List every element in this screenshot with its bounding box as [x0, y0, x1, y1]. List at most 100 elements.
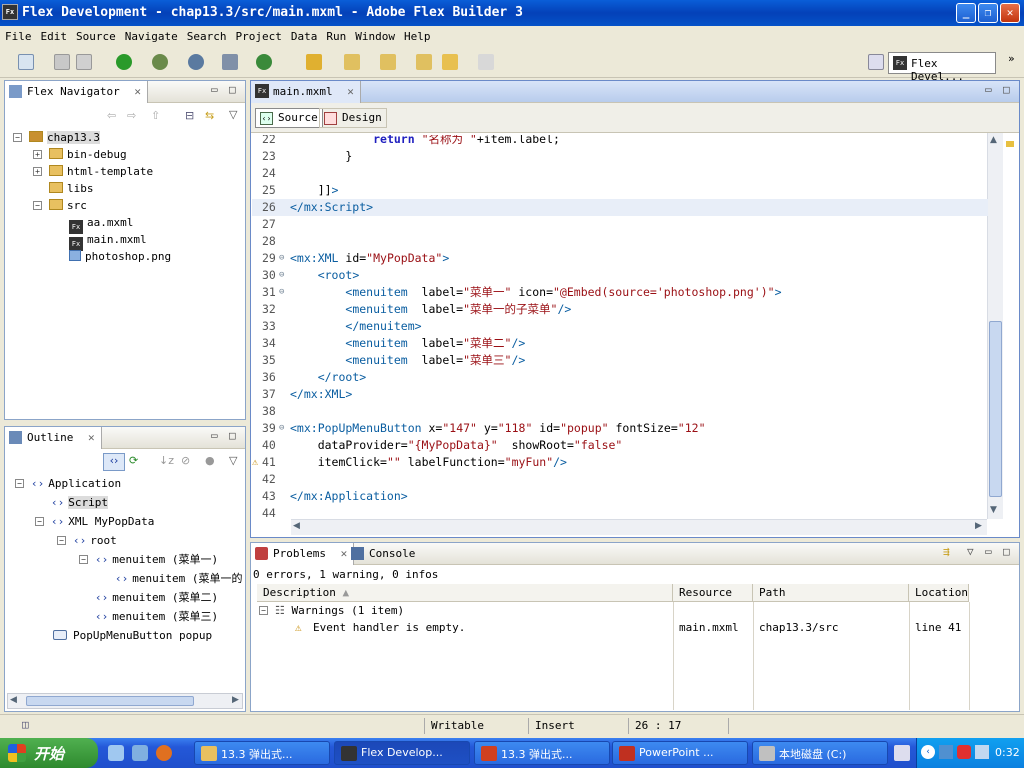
- code-text[interactable]: }: [290, 148, 352, 165]
- code-text[interactable]: <mx:PopUpMenuButton x="147" y="118" id="…: [290, 420, 706, 437]
- scroll-up-icon[interactable]: ▲: [990, 135, 997, 145]
- minimize-icon[interactable]: ▭: [985, 545, 992, 558]
- debug-icon[interactable]: [152, 54, 168, 70]
- tree-item-main-mxml[interactable]: Fx main.mxml: [69, 231, 147, 251]
- warnings-group-row[interactable]: − ☷ Warnings (1 item): [259, 602, 404, 619]
- code-text[interactable]: <root>: [290, 267, 360, 284]
- code-line[interactable]: 23 }: [252, 148, 988, 165]
- outline-item-popupmenubutton[interactable]: PopUpMenuButton popup: [53, 627, 212, 644]
- editor-horizontal-scrollbar[interactable]: ◀ ▶: [291, 519, 987, 535]
- code-text[interactable]: <menuitem label="菜单三"/>: [290, 352, 525, 369]
- code-line[interactable]: 33 </menuitem>: [252, 318, 988, 335]
- sort-icon[interactable]: ↓z: [159, 454, 174, 467]
- export-icon[interactable]: [222, 54, 238, 70]
- code-text[interactable]: <menuitem label="菜单二"/>: [290, 335, 525, 352]
- network-icon[interactable]: [939, 745, 953, 759]
- collapse-icon[interactable]: −: [13, 133, 22, 142]
- collapse-icon[interactable]: −: [57, 536, 66, 545]
- security-icon[interactable]: [957, 745, 971, 759]
- code-line[interactable]: 26 </mx:Script>: [252, 199, 988, 216]
- code-line[interactable]: 37 </mx:XML>: [252, 386, 988, 403]
- code-line[interactable]: 24: [252, 165, 988, 182]
- close-icon[interactable]: ✕: [88, 431, 95, 444]
- back-icon[interactable]: [442, 54, 458, 70]
- scroll-right-icon[interactable]: ▶: [232, 695, 239, 705]
- tab-problems[interactable]: Problems ✕: [251, 543, 355, 565]
- menu-edit[interactable]: Edit: [36, 26, 72, 43]
- maximize-icon[interactable]: □: [1003, 83, 1010, 96]
- code-line[interactable]: 25 ]]>: [252, 182, 988, 199]
- menu-navigate[interactable]: Navigate: [120, 26, 182, 43]
- warning-icon[interactable]: ⚠: [252, 454, 258, 471]
- maximize-icon[interactable]: □: [229, 83, 236, 96]
- outline-horizontal-scrollbar[interactable]: ◀ ▶: [7, 693, 243, 709]
- taskbar-item-powerpoint-doc[interactable]: 13.3 弹出式...: [474, 741, 610, 765]
- code-text[interactable]: </root>: [290, 369, 366, 386]
- code-line[interactable]: 28: [252, 233, 988, 250]
- scroll-left-icon[interactable]: ◀: [10, 695, 17, 705]
- fold-icon[interactable]: ⊖: [279, 284, 284, 301]
- link-editor-icon[interactable]: ⇆: [205, 109, 214, 122]
- outline-item-menuitem-1[interactable]: − ‹› menuitem (菜单一): [79, 551, 218, 568]
- outline-item-root[interactable]: − ‹› root: [57, 532, 117, 549]
- code-line[interactable]: 43 </mx:Application>: [252, 488, 988, 505]
- tag-view-icon[interactable]: ‹›: [103, 453, 125, 471]
- ie-icon[interactable]: [108, 745, 124, 761]
- code-text[interactable]: <mx:XML id="MyPopData">: [290, 250, 449, 267]
- firefox-icon[interactable]: [156, 745, 172, 761]
- up-icon[interactable]: ⇧: [151, 109, 160, 122]
- code-line[interactable]: 42: [252, 471, 988, 488]
- code-text[interactable]: </mx:XML>: [290, 386, 352, 403]
- collapse-icon[interactable]: −: [15, 479, 24, 488]
- refresh-icon[interactable]: ⟳: [129, 454, 138, 467]
- last-edit-icon[interactable]: [416, 54, 432, 70]
- fold-icon[interactable]: ⊖: [279, 267, 284, 284]
- source-mode-button[interactable]: ‹› Source: [255, 108, 323, 128]
- warning-marker-icon[interactable]: [1006, 141, 1014, 147]
- menu-source[interactable]: Source: [71, 26, 120, 43]
- outline-item-menuitem-2[interactable]: ‹› menuitem (菜单二): [95, 589, 218, 606]
- tree-item-libs[interactable]: libs: [49, 180, 94, 197]
- close-button[interactable]: ✕: [1000, 3, 1020, 23]
- view-menu-icon[interactable]: ▽: [229, 108, 237, 121]
- tree-item-bin-debug[interactable]: + bin-debug: [33, 146, 127, 163]
- code-text[interactable]: return "名称为 "+item.label;: [290, 135, 560, 148]
- code-line[interactable]: 36 </root>: [252, 369, 988, 386]
- fold-icon[interactable]: ⊖: [279, 250, 284, 267]
- tab-outline[interactable]: Outline ✕: [5, 427, 102, 449]
- outline-item-script[interactable]: ‹› Script: [51, 494, 108, 511]
- back-icon[interactable]: ⇦: [107, 109, 116, 122]
- taskbar-item-powerpoint[interactable]: PowerPoint ...: [612, 741, 748, 765]
- keyboard-icon[interactable]: [894, 745, 910, 761]
- code-text[interactable]: <menuitem label="菜单一" icon="@Embed(sourc…: [290, 284, 781, 301]
- minimize-icon[interactable]: ▭: [211, 429, 218, 442]
- close-icon[interactable]: ✕: [347, 85, 354, 98]
- profile-icon[interactable]: [188, 54, 204, 70]
- minimize-icon[interactable]: ▭: [211, 83, 218, 96]
- tree-item-html-template[interactable]: + html-template: [33, 163, 153, 180]
- column-location[interactable]: Location: [909, 584, 969, 602]
- tree-item-aa-mxml[interactable]: Fx aa.mxml: [69, 214, 133, 234]
- taskbar-item-flex[interactable]: Flex Develop...: [334, 741, 470, 765]
- run-icon[interactable]: [116, 54, 132, 70]
- tree-item-project[interactable]: − chap13.3: [13, 129, 100, 146]
- scroll-left-icon[interactable]: ◀: [293, 521, 300, 531]
- code-editor[interactable]: 22 return "名称为 "+item.label; 23 } 24 25 ]]>…: [252, 135, 988, 520]
- filter-icon[interactable]: ⊘: [181, 454, 190, 467]
- outline-item-menuitem-1-sub[interactable]: ‹› menuitem (菜单一的: [115, 570, 242, 587]
- next-annotation-icon[interactable]: [344, 54, 360, 70]
- close-icon[interactable]: ✕: [134, 85, 141, 98]
- code-text[interactable]: dataProvider="{MyPopData}" showRoot="fal…: [290, 437, 623, 454]
- code-line[interactable]: 31 <menuitem label="菜单一" icon="@Embed(so…: [252, 284, 988, 301]
- forward-icon[interactable]: ⇨: [127, 109, 136, 122]
- perspective-button[interactable]: Fx Flex Devel...: [888, 52, 996, 83]
- print-icon[interactable]: [76, 54, 92, 70]
- code-line[interactable]: 30 <root> ⊖: [252, 267, 988, 284]
- collapse-icon[interactable]: −: [35, 517, 44, 526]
- taskbar-item-folder[interactable]: 13.3 弹出式...: [194, 741, 330, 765]
- code-line[interactable]: 41 itemClick="" labelFunction="myFun"/> ⚠: [252, 454, 988, 471]
- fold-icon[interactable]: ⊖: [279, 420, 284, 437]
- outline-item-xml[interactable]: − ‹› XML MyPopData: [35, 513, 154, 530]
- filter-icon[interactable]: ⇶: [943, 545, 950, 558]
- code-line[interactable]: 40 dataProvider="{MyPopData}" showRoot="…: [252, 437, 988, 454]
